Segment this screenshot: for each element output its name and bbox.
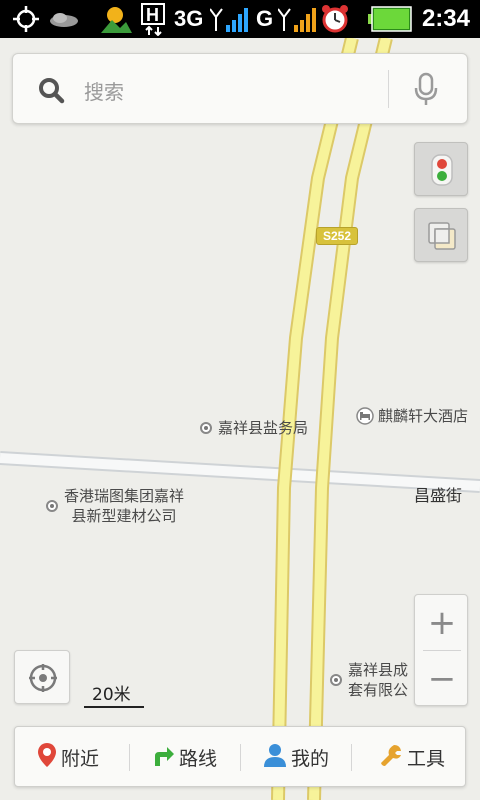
tab-label: 附近 bbox=[61, 748, 100, 770]
poi-building-materials-company[interactable]: 香港瑞图集团嘉祥 县新型建材公司 bbox=[46, 486, 184, 526]
gps-icon bbox=[12, 0, 40, 38]
hotel-bed-icon bbox=[356, 407, 374, 430]
wrench-icon bbox=[379, 743, 407, 772]
alarm-icon bbox=[320, 0, 350, 38]
scale-bar bbox=[84, 706, 144, 708]
traffic-light-icon bbox=[431, 154, 453, 190]
scale-label: 20米 bbox=[92, 685, 131, 705]
signal-strength-2-icon bbox=[278, 0, 318, 38]
status-bar: H 3G G 2:34 bbox=[0, 0, 480, 38]
tab-divider bbox=[129, 744, 130, 771]
locate-icon bbox=[28, 663, 58, 697]
battery-icon bbox=[368, 0, 412, 38]
tab-mine[interactable]: 我的 bbox=[263, 727, 329, 788]
search-icon[interactable] bbox=[37, 76, 65, 108]
tab-label: 工具 bbox=[407, 748, 446, 770]
street-label: 昌盛街 bbox=[414, 486, 463, 505]
poi-label-line2: 套有限公 bbox=[348, 681, 409, 699]
tab-divider bbox=[351, 744, 352, 771]
zoom-control: + − bbox=[414, 594, 468, 706]
poi-label-line1: 香港瑞图集团嘉祥 bbox=[64, 487, 185, 505]
poi-salt-bureau[interactable]: 嘉祥县盐务局 bbox=[200, 418, 308, 438]
signal-strength-1-icon bbox=[210, 0, 250, 38]
route-arrow-icon bbox=[151, 743, 179, 772]
poi-marker-icon bbox=[46, 500, 58, 512]
poi-partial-company[interactable]: 嘉祥县成 套有限公 bbox=[330, 660, 408, 700]
poi-label: 麒麟轩大酒店 bbox=[378, 407, 469, 425]
poi-label-line1: 嘉祥县成 bbox=[348, 661, 409, 679]
location-pin-icon bbox=[37, 742, 61, 773]
search-input[interactable]: 搜索 bbox=[84, 76, 124, 105]
locate-button[interactable] bbox=[14, 650, 70, 704]
tab-route[interactable]: 路线 bbox=[151, 727, 217, 788]
tab-divider bbox=[240, 744, 241, 771]
tab-label: 我的 bbox=[291, 748, 330, 770]
tab-nearby[interactable]: 附近 bbox=[37, 727, 99, 788]
poi-marker-icon bbox=[330, 674, 342, 686]
tab-tools[interactable]: 工具 bbox=[379, 727, 445, 788]
network-type-1: 3G bbox=[174, 6, 204, 31]
map-scale: 20米 bbox=[84, 680, 144, 710]
poi-marker-icon bbox=[200, 422, 212, 434]
layers-button[interactable] bbox=[414, 208, 468, 262]
microphone-icon[interactable] bbox=[414, 72, 438, 110]
tab-label: 路线 bbox=[179, 748, 218, 770]
person-icon bbox=[263, 743, 291, 772]
poi-label: 嘉祥县盐务局 bbox=[218, 419, 309, 437]
weather-icon bbox=[48, 0, 80, 38]
zoom-out-button[interactable]: − bbox=[415, 651, 469, 706]
gallery-app-icon bbox=[100, 0, 132, 38]
network-type-2: G bbox=[256, 6, 274, 31]
svg-text:H: H bbox=[146, 5, 159, 25]
bottom-nav-bar: 附近 路线 我的 工具 bbox=[14, 726, 466, 787]
status-time: 2:34 bbox=[421, 5, 470, 32]
search-bar[interactable]: 搜索 bbox=[12, 53, 468, 124]
road-shield-s252: S252 bbox=[316, 227, 359, 245]
traffic-button[interactable] bbox=[414, 142, 468, 196]
poi-label-line2: 县新型建材公司 bbox=[71, 507, 177, 525]
zoom-in-button[interactable]: + bbox=[415, 595, 469, 650]
layers-icon bbox=[427, 221, 457, 255]
hspa-data-icon: H bbox=[141, 0, 171, 38]
search-divider bbox=[388, 70, 389, 108]
poi-hotel[interactable]: 麒麟轩大酒店 bbox=[356, 406, 468, 430]
